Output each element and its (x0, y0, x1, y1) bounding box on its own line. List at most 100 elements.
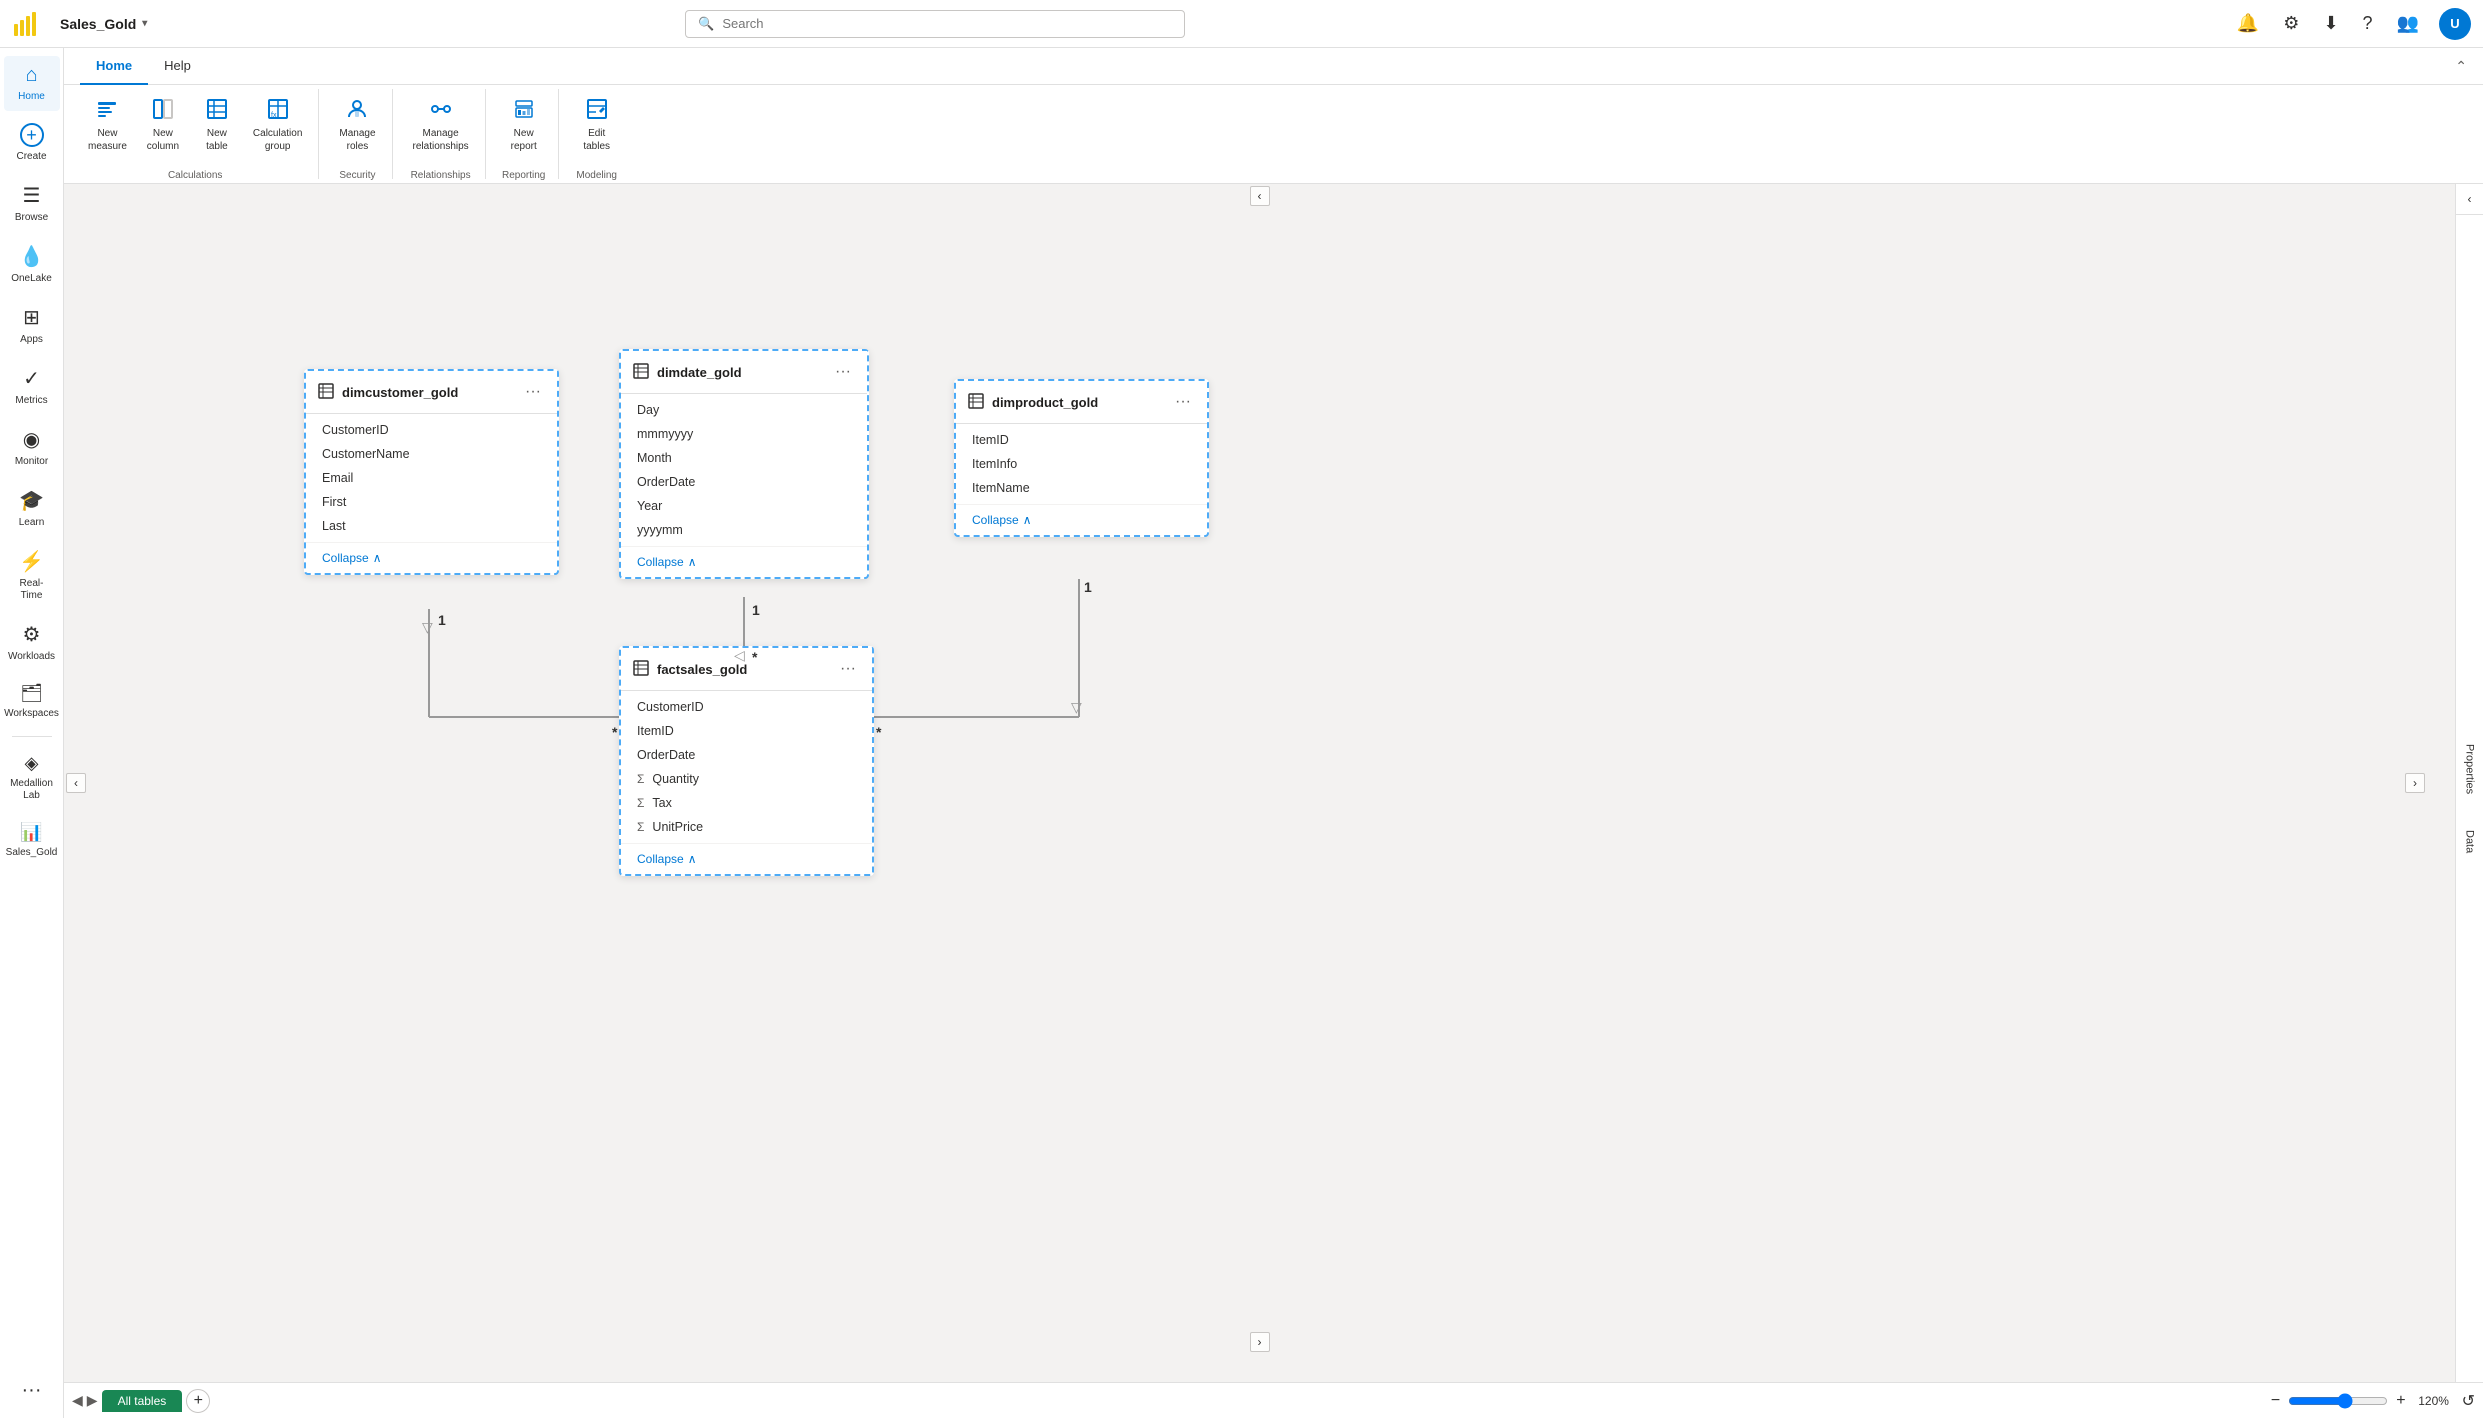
settings-icon[interactable]: ⚙ (2279, 9, 2303, 38)
dimproduct-collapse-button[interactable]: Collapse ∧ (956, 504, 1207, 535)
dimproduct-menu-button[interactable]: ··· (1171, 391, 1195, 413)
table-row: ItemName (956, 476, 1207, 500)
new-measure-icon (95, 97, 119, 124)
scroll-up-button[interactable]: ‹ (1250, 186, 1270, 206)
new-report-button[interactable]: Newreport (498, 93, 550, 157)
field-label: CustomerID (322, 423, 389, 437)
sidebar-item-browse[interactable]: ☰ Browse (4, 175, 60, 232)
zoom-out-button[interactable]: − (2271, 1392, 2280, 1410)
power-bi-logo (12, 10, 40, 38)
table-card-dimdate: dimdate_gold ··· Day mmmyyyy Month Order… (619, 349, 869, 579)
manage-relationships-button[interactable]: Managerelationships (405, 93, 477, 157)
calculations-group-label: Calculations (72, 170, 318, 181)
dimproduct-fields: ItemID ItemInfo ItemName (956, 424, 1207, 504)
manage-relationships-label: Managerelationships (413, 127, 469, 153)
all-tables-tab[interactable]: All tables (102, 1390, 183, 1412)
people-icon[interactable]: 👥 (2393, 9, 2423, 38)
manage-roles-button[interactable]: Manageroles (331, 93, 383, 157)
sidebar-item-workloads[interactable]: ⚙ Workloads (4, 614, 60, 671)
table-row: yyyymm (621, 518, 867, 542)
sidebar-more-button[interactable]: ··· (14, 1371, 50, 1410)
new-column-button[interactable]: Newcolumn (137, 93, 189, 157)
reporting-group-label: Reporting (490, 170, 558, 181)
avatar[interactable]: U (2439, 8, 2471, 40)
diagram-canvas[interactable]: 1 * ▽ 1 * ◁ 1 * ▽ (64, 184, 2455, 1382)
scroll-down-button[interactable]: › (1250, 1332, 1270, 1352)
right-panel-collapse-button[interactable]: ‹ (2456, 184, 2483, 215)
sidebar-item-onelake[interactable]: 💧 OneLake (4, 236, 60, 293)
sidebar-item-realtime[interactable]: ⚡ Real-Time (4, 541, 60, 610)
salesgold-icon: 📊 (20, 822, 42, 843)
bottom-bar: ◀ ▶ All tables + − + 120% ↺ (64, 1382, 2483, 1418)
svg-text:fx: fx (271, 112, 277, 119)
nav-prev-button[interactable]: ◀ (72, 1392, 83, 1409)
scroll-right-button[interactable]: › (2405, 773, 2425, 793)
factsales-collapse-button[interactable]: Collapse ∧ (621, 843, 872, 874)
zoom-slider[interactable] (2288, 1393, 2388, 1409)
tab-home[interactable]: Home (80, 48, 148, 85)
browse-icon: ☰ (23, 183, 41, 208)
factsales-collapse-label: Collapse (637, 852, 684, 866)
sidebar-item-learn[interactable]: 🎓 Learn (4, 480, 60, 537)
zoom-reset-button[interactable]: ↺ (2462, 1391, 2475, 1411)
ribbon-group-calculations: Newmeasure Newcolumn Newtabl (72, 89, 319, 179)
sidebar-divider (12, 736, 52, 737)
sigma-icon: Σ (637, 820, 644, 834)
dimcustomer-menu-button[interactable]: ··· (521, 381, 545, 403)
workspace-name: Sales_Gold (60, 16, 136, 32)
field-label: ItemName (972, 481, 1030, 495)
bottom-right-controls: − + 120% ↺ (2271, 1391, 2475, 1411)
workspaces-icon: 🗂 (20, 683, 43, 704)
calculation-group-icon: fx (266, 97, 290, 124)
new-table-button[interactable]: Newtable (191, 93, 243, 157)
search-input[interactable] (722, 16, 1172, 31)
properties-panel-tab[interactable]: Properties (2460, 736, 2480, 802)
nav-next-button[interactable]: ▶ (87, 1392, 98, 1409)
table-row: ItemInfo (956, 452, 1207, 476)
field-label: Month (637, 451, 672, 465)
add-tab-button[interactable]: + (186, 1389, 210, 1413)
field-label: ItemInfo (972, 457, 1017, 471)
field-label: mmmyyyy (637, 427, 693, 441)
sidebar-item-metrics[interactable]: ✓ Metrics (4, 358, 60, 415)
field-label: OrderDate (637, 748, 695, 762)
data-panel-tab[interactable]: Data (2460, 822, 2480, 861)
field-label: First (322, 495, 346, 509)
sidebar-item-workspaces[interactable]: 🗂 Workspaces (4, 675, 60, 728)
dimcustomer-collapse-button[interactable]: Collapse ∧ (306, 542, 557, 573)
sidebar-item-monitor[interactable]: ◉ Monitor (4, 419, 60, 476)
zoom-in-button[interactable]: + (2396, 1392, 2405, 1410)
sidebar-item-salesgold[interactable]: 📊 Sales_Gold (4, 814, 60, 867)
sidebar-item-label-workspaces: Workspaces (4, 708, 59, 720)
download-icon[interactable]: ⬇ (2319, 9, 2342, 38)
cardinality-1-product: 1 (1084, 579, 1092, 595)
tab-help[interactable]: Help (148, 48, 207, 85)
dimdate-collapse-button[interactable]: Collapse ∧ (621, 546, 867, 577)
main-layout: ⌂ Home + Create ☰ Browse 💧 OneLake ⊞ App… (0, 48, 2483, 1418)
dimcustomer-fields: CustomerID CustomerName Email First Last (306, 414, 557, 542)
table-row: Year (621, 494, 867, 518)
factsales-menu-button[interactable]: ··· (836, 658, 860, 680)
calculation-group-button[interactable]: fx Calculationgroup (245, 93, 310, 157)
sidebar-item-create[interactable]: + Create (4, 115, 60, 171)
new-measure-button[interactable]: Newmeasure (80, 93, 135, 157)
notification-icon[interactable]: 🔔 (2233, 9, 2263, 38)
dimproduct-table-icon (968, 393, 984, 412)
help-icon[interactable]: ? (2359, 9, 2377, 38)
workspace-selector[interactable]: Sales_Gold ▾ (52, 12, 155, 36)
factsales-fields: CustomerID ItemID OrderDate Σ Quantity Σ… (621, 691, 872, 843)
ribbon-collapse-button[interactable]: ⌃ (2455, 58, 2467, 75)
sidebar-item-apps[interactable]: ⊞ Apps (4, 297, 60, 354)
sidebar-item-medallionlab[interactable]: ◈ Medallion Lab (4, 745, 60, 810)
onelake-icon: 💧 (19, 244, 44, 269)
sidebar-item-label-realtime: Real-Time (10, 578, 54, 602)
dimdate-menu-button[interactable]: ··· (831, 361, 855, 383)
table-card-dimcustomer: dimcustomer_gold ··· CustomerID Customer… (304, 369, 559, 575)
edit-tables-button[interactable]: Edittables (571, 93, 623, 157)
sidebar-item-home[interactable]: ⌂ Home (4, 56, 60, 111)
edit-tables-label: Edittables (583, 127, 610, 153)
topbar-right-actions: 🔔 ⚙ ⬇ ? 👥 U (2233, 8, 2471, 40)
scroll-left-button[interactable]: ‹ (66, 773, 86, 793)
dimproduct-collapse-label: Collapse (972, 513, 1019, 527)
all-tables-tab-label: All tables (118, 1394, 167, 1408)
